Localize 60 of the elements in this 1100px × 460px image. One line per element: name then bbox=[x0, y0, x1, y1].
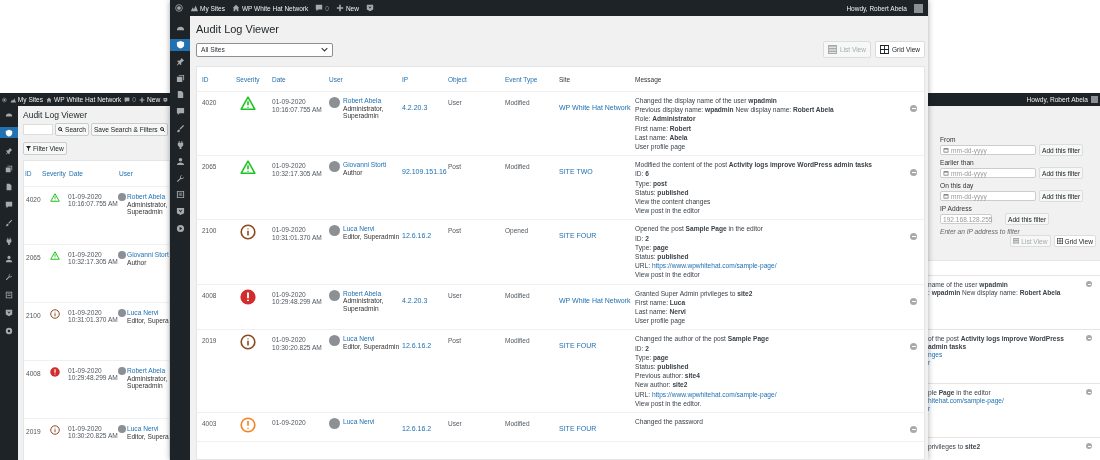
page-title: Audit Log Viewer bbox=[23, 110, 89, 120]
list-icon bbox=[1013, 238, 1020, 244]
speech-bubble-icon bbox=[175, 106, 185, 116]
speech-bubble-icon bbox=[5, 200, 13, 209]
avatar bbox=[329, 225, 340, 237]
search-field[interactable] bbox=[23, 124, 53, 135]
brush-icon bbox=[5, 218, 13, 227]
badge-icon[interactable] bbox=[163, 96, 168, 103]
avatar bbox=[118, 425, 126, 433]
plug-icon bbox=[175, 140, 185, 150]
grid-icon bbox=[879, 45, 889, 54]
avatar bbox=[329, 161, 340, 173]
panel-icon bbox=[5, 290, 13, 299]
badge-icon bbox=[5, 308, 13, 317]
wrench-icon bbox=[5, 272, 13, 281]
speech-bubble-icon bbox=[124, 96, 131, 103]
list-icon bbox=[828, 45, 838, 54]
wrench-icon bbox=[175, 173, 185, 183]
images-icon bbox=[5, 164, 13, 173]
avatar bbox=[329, 418, 340, 430]
plug-icon bbox=[5, 236, 13, 245]
gear-icon bbox=[5, 326, 13, 335]
avatar bbox=[329, 97, 340, 108]
avatar bbox=[118, 193, 126, 201]
sidebar-menu-item[interactable] bbox=[170, 38, 190, 51]
page-title: Audit Log Viewer bbox=[196, 23, 280, 35]
badge-icon[interactable] bbox=[365, 4, 374, 12]
house-icon bbox=[46, 96, 53, 103]
speech-bubble-icon bbox=[315, 4, 324, 12]
grid-icon bbox=[1056, 238, 1063, 244]
logo-icon[interactable] bbox=[2, 96, 7, 103]
buildings-icon bbox=[190, 4, 198, 12]
shield-icon bbox=[5, 128, 13, 137]
person-icon bbox=[175, 157, 185, 166]
pin-icon bbox=[5, 146, 13, 155]
gauge-icon bbox=[5, 110, 13, 119]
buildings-icon bbox=[9, 96, 16, 103]
plus-icon bbox=[139, 96, 145, 103]
search-icon bbox=[58, 127, 63, 132]
avatar bbox=[118, 309, 126, 317]
search-icon bbox=[159, 127, 165, 132]
brush-icon bbox=[175, 123, 185, 133]
funnel-icon bbox=[26, 146, 31, 151]
pages-icon bbox=[5, 182, 13, 191]
badge-icon bbox=[175, 207, 185, 217]
pin-icon bbox=[175, 56, 185, 66]
avatar bbox=[118, 251, 126, 259]
house-icon bbox=[231, 4, 240, 12]
avatar bbox=[118, 367, 126, 375]
plus-icon bbox=[335, 4, 344, 12]
pages-icon bbox=[175, 90, 185, 100]
shield-icon bbox=[175, 40, 185, 50]
avatar bbox=[329, 289, 340, 301]
images-icon bbox=[175, 73, 185, 83]
avatar[interactable] bbox=[914, 3, 923, 13]
panel-icon bbox=[175, 190, 185, 200]
caret-icon bbox=[321, 47, 328, 52]
logo-icon[interactable] bbox=[175, 4, 183, 12]
avatar bbox=[329, 335, 340, 347]
person-icon bbox=[5, 254, 13, 263]
